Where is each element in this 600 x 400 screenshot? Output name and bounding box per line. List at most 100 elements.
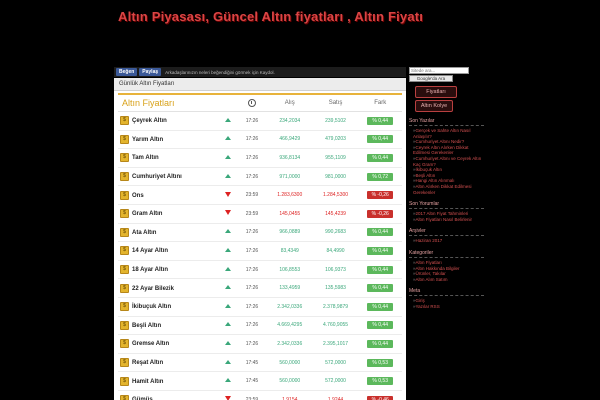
time-cell: 17:26 (237, 260, 267, 280)
sidebar-link[interactable]: Haziran 2017 (409, 238, 484, 244)
gold-type-label[interactable]: Tam Altın (132, 156, 159, 162)
sidebar-link[interactable]: Altın Alırken Dikkat Edilmesi Gerekenler (409, 184, 484, 195)
sidebar-section-title: Son Yazılar (409, 118, 484, 126)
like-button[interactable]: Beğen (116, 68, 138, 76)
time-cell: 17:26 (237, 278, 267, 298)
gold-type-name[interactable]: $ Yarım Altın (118, 130, 219, 150)
direction-cell (218, 353, 238, 373)
table-row: $ İkibuçuk Altın 17:26 2.342,0336 2.378,9879… (118, 297, 402, 317)
share-text: Arkadaşlarınızın neleri beğendiğini görm… (165, 69, 275, 75)
buy-cell: 1.283,6300 (266, 185, 313, 205)
gold-type-name[interactable]: $ Tam Altın (118, 148, 219, 168)
gold-prices-panel: Günlük Altın Fiyatları Altın Fiyatları A… (114, 78, 406, 400)
gold-type-label[interactable]: Cumhuriyet Altını (132, 174, 182, 180)
change-badge: % 0,44 (367, 321, 394, 330)
sidebar-link-list: Haziran 2017 (409, 238, 484, 244)
gold-type-name[interactable]: $Gümüş (118, 390, 219, 400)
time-cell: 23:59 (237, 204, 267, 224)
change-cell: % 0,44 (358, 148, 402, 168)
gold-type-name[interactable]: $ Ons (118, 185, 219, 205)
gold-type-name[interactable]: $ Çeyrek Altın (118, 111, 219, 131)
change-cell: % 0,72 (358, 167, 402, 187)
gold-type-name[interactable]: $ Reşat Altın (118, 353, 219, 373)
sidebar: Google'da Ara Fiyatları Altın Kolye Son … (409, 67, 484, 400)
gold-type-name[interactable]: $ Hamit Altın (118, 371, 219, 391)
gold-type-label[interactable]: Çeyrek Altın (132, 118, 167, 124)
arrow-up-icon (224, 359, 231, 364)
gold-type-name[interactable]: $ Cumhuriyet Altını (118, 167, 219, 187)
gold-type-label[interactable]: Beşli Altın (132, 323, 161, 329)
gold-bar-icon: $ (120, 116, 129, 126)
prices-button[interactable]: Fiyatları (415, 86, 457, 98)
gold-bar-icon: $ (120, 358, 129, 368)
arrow-up-icon (224, 285, 231, 290)
gold-type-name[interactable]: $ İkibuçuk Altın (118, 297, 219, 317)
table-row: $ Hamit Altın 17:45 560,0000 572,0000 % 0,53 (118, 371, 402, 391)
gold-type-name[interactable]: $14 Ayar Altın (118, 241, 219, 261)
sidebar-link[interactable]: Yazılar RSS (409, 304, 484, 310)
direction-cell (218, 111, 238, 131)
buy-cell: 936,8134 (266, 148, 313, 168)
share-button[interactable]: Paylaş (139, 68, 162, 76)
buy-cell: 2.342,0336 (266, 297, 313, 317)
change-cell: % 0,44 (358, 223, 402, 243)
table-row: $ Ons 23:59 1.283,6300 1.284,5300 % -0,26 (118, 185, 402, 205)
arrow-up-icon (224, 378, 231, 383)
table-row: $ Gram Altın 23:59 145,0455 145,4239 % -0,26 (118, 204, 402, 224)
direction-cell (218, 223, 238, 243)
gold-bar-icon: $ (120, 227, 129, 237)
change-badge: % 0,44 (367, 302, 394, 311)
gold-type-label[interactable]: Reşat Altın (132, 360, 163, 366)
gold-type-name[interactable]: $22 Ayar Bilezik (118, 278, 219, 298)
sidebar-link[interactable]: Gerçek ve Sahte Altın Nasıl Anlaşılır? (409, 128, 484, 139)
gold-type-label[interactable]: Gremse Altın (132, 342, 169, 348)
buy-cell: 234,2034 (266, 111, 313, 131)
share-bar: Beğen Paylaş Arkadaşlarınızın neleri beğ… (114, 67, 406, 77)
table-row: $ Çeyrek Altın 17:26 234,2034 239,5102 % 0,44 (118, 111, 402, 131)
gold-type-label[interactable]: İkibuçuk Altın (132, 304, 171, 310)
search-button[interactable]: Google'da Ara (409, 75, 453, 82)
search-input[interactable] (409, 67, 469, 74)
gold-type-label[interactable]: Hamit Altın (132, 379, 163, 385)
gold-type-label[interactable]: Ons (132, 193, 144, 199)
gold-type-label[interactable]: Ata Altın (132, 230, 156, 236)
change-header: Fark (358, 95, 402, 112)
direction-cell (218, 241, 238, 261)
gold-type-name[interactable]: $ Ata Altın (118, 223, 219, 243)
change-badge: % 0,44 (367, 284, 394, 293)
direction-header (218, 95, 238, 112)
clock-icon (247, 99, 256, 107)
gold-type-label[interactable]: 18 Ayar Altın (132, 267, 168, 273)
gold-type-name[interactable]: $18 Ayar Altın (118, 260, 219, 280)
change-badge: % 0,44 (367, 265, 394, 274)
gold-type-label[interactable]: 14 Ayar Altın (132, 249, 168, 255)
gold-type-name[interactable]: $ Beşli Altın (118, 316, 219, 336)
sidebar-link[interactable]: Altın Fiyatları Nasıl Belirlenir (409, 217, 484, 223)
gold-type-label[interactable]: Gram Altın (132, 211, 162, 217)
gold-type-name[interactable]: $ Gremse Altın (118, 334, 219, 354)
sidebar-link[interactable]: Altın Alım Satım (409, 277, 484, 283)
table-row: $ Gremse Altın 17:26 2.342,0336 2.395,1017 % … (118, 334, 402, 354)
table-row: $ Tam Altın 17:26 936,8134 955,1109 % 0,44 (118, 148, 402, 168)
sell-cell: 135,5983 (312, 278, 359, 298)
sell-cell: 981,0000 (312, 167, 359, 187)
arrow-down-icon (224, 210, 231, 216)
gold-type-label[interactable]: 22 Ayar Bilezik (132, 286, 174, 292)
site-title[interactable]: Altın Piyasası, Güncel Altın fiyatları ,… (118, 9, 423, 24)
gold-bar-icon: $ (120, 395, 129, 400)
buy-cell: 145,0455 (266, 204, 313, 224)
sidebar-link[interactable]: Cumhuriyet Altını ve Ceyrek Altın Kaç Gr… (409, 156, 484, 167)
gold-prices-table-wrap: Altın Fiyatları Alış Satış Fark $ Çeyrek … (118, 93, 402, 400)
gold-necklace-button[interactable]: Altın Kolye (415, 100, 453, 112)
gold-type-name[interactable]: $ Gram Altın (118, 204, 219, 224)
buy-cell: 106,8553 (266, 260, 313, 280)
sidebar-section-title: Son Yorumlar (409, 201, 484, 210)
table-row: $ Reşat Altın 17:45 560,0000 572,0000 % 0,53 (118, 353, 402, 373)
sidebar-link-list: 2017 Altın Fiyat TahminleriAltın Fiyatla… (409, 211, 484, 222)
gold-type-label[interactable]: Yarım Altın (132, 137, 163, 143)
sidebar-link[interactable]: Ceyrek Altın Alırken Dikkat Edilmesi Ger… (409, 145, 484, 156)
buy-cell: 971,0000 (266, 167, 313, 187)
change-cell: % -0,26 (358, 204, 402, 224)
table-row: $ Ata Altın 17:26 966,0889 990,2683 % 0,44 (118, 223, 402, 243)
direction-cell (218, 185, 238, 205)
